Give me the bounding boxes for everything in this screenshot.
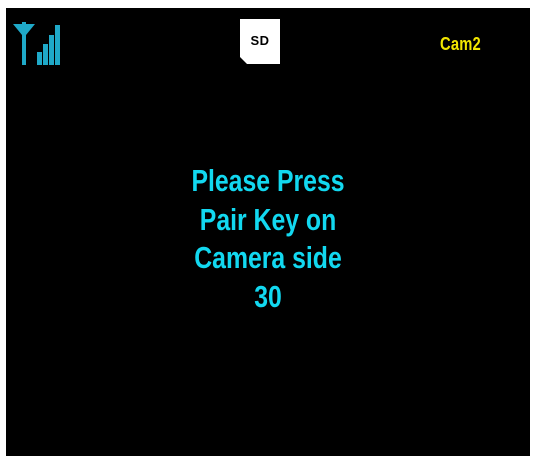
camera-name-label: Cam2 [440,34,481,54]
signal-strength-icon [11,19,61,65]
pairing-message: Please Press Pair Key on Camera side 30 [6,162,530,316]
sd-card-icon: SD [240,19,280,64]
camera-monitor-screen: SD Cam2 Please Press Pair Key on Camera … [6,8,530,456]
status-bar: SD Cam2 [6,8,530,68]
sd-card-label: SD [250,33,270,48]
message-line: Camera side [194,240,342,275]
message-line: Please Press [191,163,345,198]
message-line: Pair Key on [199,201,337,237]
pairing-countdown: 30 [254,278,282,314]
